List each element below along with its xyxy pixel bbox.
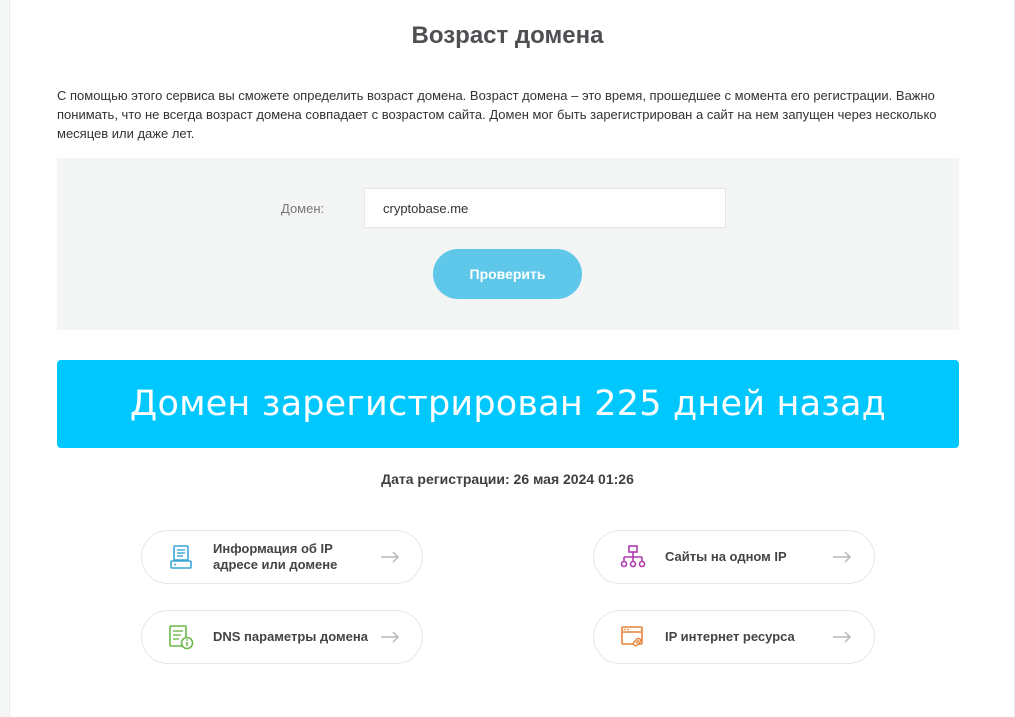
ip-info-label: Информация об IP адресе или домене bbox=[213, 541, 338, 572]
result-banner: Домен зарегистрирован 225 дней назад bbox=[57, 360, 959, 448]
arrow-right-icon bbox=[833, 631, 852, 643]
ip-resource-label: IP интернет ресурса bbox=[665, 629, 795, 644]
sitemap-icon bbox=[620, 545, 646, 568]
domain-label: Домен: bbox=[281, 201, 325, 216]
page-left-gutter bbox=[0, 0, 10, 717]
server-info-icon bbox=[170, 545, 192, 569]
result-text: Домен зарегистрирован 225 дней назад bbox=[129, 384, 887, 424]
domain-form-panel: Домен: Проверить bbox=[57, 158, 959, 330]
page-title: Возраст домена bbox=[411, 22, 604, 49]
browser-link-icon bbox=[621, 626, 643, 647]
ip-resource-link[interactable]: IP интернет ресурса bbox=[593, 610, 875, 664]
sites-same-ip-label: Сайты на одном IP bbox=[665, 549, 787, 564]
check-button[interactable]: Проверить bbox=[433, 249, 582, 299]
sites-same-ip-link[interactable]: Сайты на одном IP bbox=[593, 530, 875, 584]
arrow-right-icon bbox=[833, 551, 852, 563]
domain-input[interactable] bbox=[364, 188, 726, 228]
dns-settings-icon bbox=[169, 625, 194, 650]
arrow-right-icon bbox=[381, 551, 400, 563]
ip-info-link[interactable]: Информация об IP адресе или домене bbox=[141, 530, 423, 584]
intro-text: С помощью этого сервиса вы сможете опред… bbox=[57, 88, 937, 141]
arrow-right-icon bbox=[381, 631, 400, 643]
dns-params-label: DNS параметры домена bbox=[213, 629, 368, 644]
dns-params-link[interactable]: DNS параметры домена bbox=[141, 610, 423, 664]
registration-date: Дата регистрации: 26 мая 2024 01:26 bbox=[381, 471, 634, 487]
